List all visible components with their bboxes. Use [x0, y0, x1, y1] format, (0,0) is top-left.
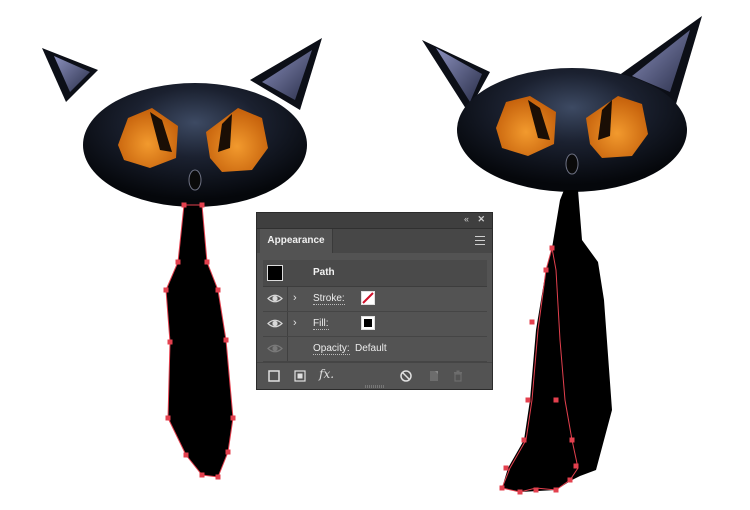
hamburger-menu-icon[interactable]	[475, 236, 485, 245]
anchor-point[interactable]	[567, 477, 573, 483]
add-new-fill-icon[interactable]	[293, 369, 307, 383]
anchor-point[interactable]	[225, 449, 231, 455]
anchor-point[interactable]	[529, 319, 535, 325]
anchor-point[interactable]	[569, 437, 575, 443]
tab-appearance[interactable]: Appearance	[260, 229, 333, 253]
anchor-point[interactable]	[533, 487, 539, 493]
delete-item-icon[interactable]	[451, 369, 465, 383]
close-icon[interactable]: ✕	[477, 214, 485, 225]
path-thumbnail	[267, 265, 283, 281]
anchor-point[interactable]	[223, 337, 229, 343]
fx-effects-icon[interactable]: fx.	[319, 367, 341, 381]
anchor-point[interactable]	[215, 287, 221, 293]
fill-row[interactable]: › Fill:	[263, 312, 487, 337]
anchor-point[interactable]	[199, 202, 205, 208]
anchor-point[interactable]	[521, 437, 527, 443]
chevron-right-icon[interactable]: ›	[293, 317, 297, 329]
anchor-point[interactable]	[499, 485, 505, 491]
anchor-point[interactable]	[204, 259, 210, 265]
anchor-point[interactable]	[553, 487, 559, 493]
path-row[interactable]: Path	[263, 260, 487, 287]
anchor-point[interactable]	[525, 397, 531, 403]
anchor-point[interactable]	[215, 474, 221, 480]
eye-icon[interactable]	[267, 292, 283, 305]
stroke-row[interactable]: › Stroke:	[263, 287, 487, 312]
duplicate-item-icon[interactable]	[427, 369, 441, 383]
opacity-row[interactable]: Opacity: Default	[263, 337, 487, 362]
double-chevron-left-icon[interactable]: ‹‹	[464, 214, 469, 224]
anchor-point[interactable]	[181, 202, 187, 208]
add-new-stroke-icon[interactable]	[267, 369, 281, 383]
clear-appearance-icon[interactable]	[399, 369, 413, 383]
anchor-point[interactable]	[553, 397, 559, 403]
anchor-point[interactable]	[503, 465, 509, 471]
anchor-point[interactable]	[573, 463, 579, 469]
panel-title-bar[interactable]: ‹‹ ✕	[257, 213, 492, 229]
anchor-point[interactable]	[230, 415, 236, 421]
anchor-point[interactable]	[183, 452, 189, 458]
chevron-right-icon[interactable]: ›	[293, 292, 297, 304]
anchor-point[interactable]	[199, 472, 205, 478]
panel-footer: fx.	[257, 362, 492, 389]
anchor-point[interactable]	[549, 245, 555, 251]
fill-label[interactable]: Fill:	[313, 318, 329, 330]
opacity-value: Default	[355, 343, 387, 354]
anchor-point[interactable]	[167, 339, 173, 345]
anchor-point[interactable]	[165, 415, 171, 421]
eye-icon[interactable]	[267, 317, 283, 330]
anchor-point[interactable]	[163, 287, 169, 293]
tab-strip: Appearance	[257, 229, 492, 253]
eye-icon-disabled	[267, 344, 283, 353]
panel-resize-grip[interactable]	[365, 385, 385, 388]
anchor-point[interactable]	[175, 259, 181, 265]
right-cat-mouth	[565, 153, 579, 175]
stroke-label[interactable]: Stroke:	[313, 293, 345, 305]
anchor-point[interactable]	[543, 267, 549, 273]
anchor-point[interactable]	[517, 489, 523, 495]
fill-swatch[interactable]	[361, 316, 375, 330]
left-cat-mouth	[188, 169, 202, 191]
right-cat-body	[502, 190, 612, 492]
left-cat-body-path	[165, 204, 234, 478]
appearance-panel: ‹‹ ✕ Appearance Path › Stroke: › Fill: O…	[256, 212, 493, 390]
path-label: Path	[313, 267, 335, 278]
stroke-swatch[interactable]	[361, 291, 375, 305]
column-divider	[287, 337, 288, 361]
opacity-label[interactable]: Opacity:	[313, 343, 350, 355]
column-divider	[287, 312, 288, 336]
column-divider	[287, 287, 288, 311]
